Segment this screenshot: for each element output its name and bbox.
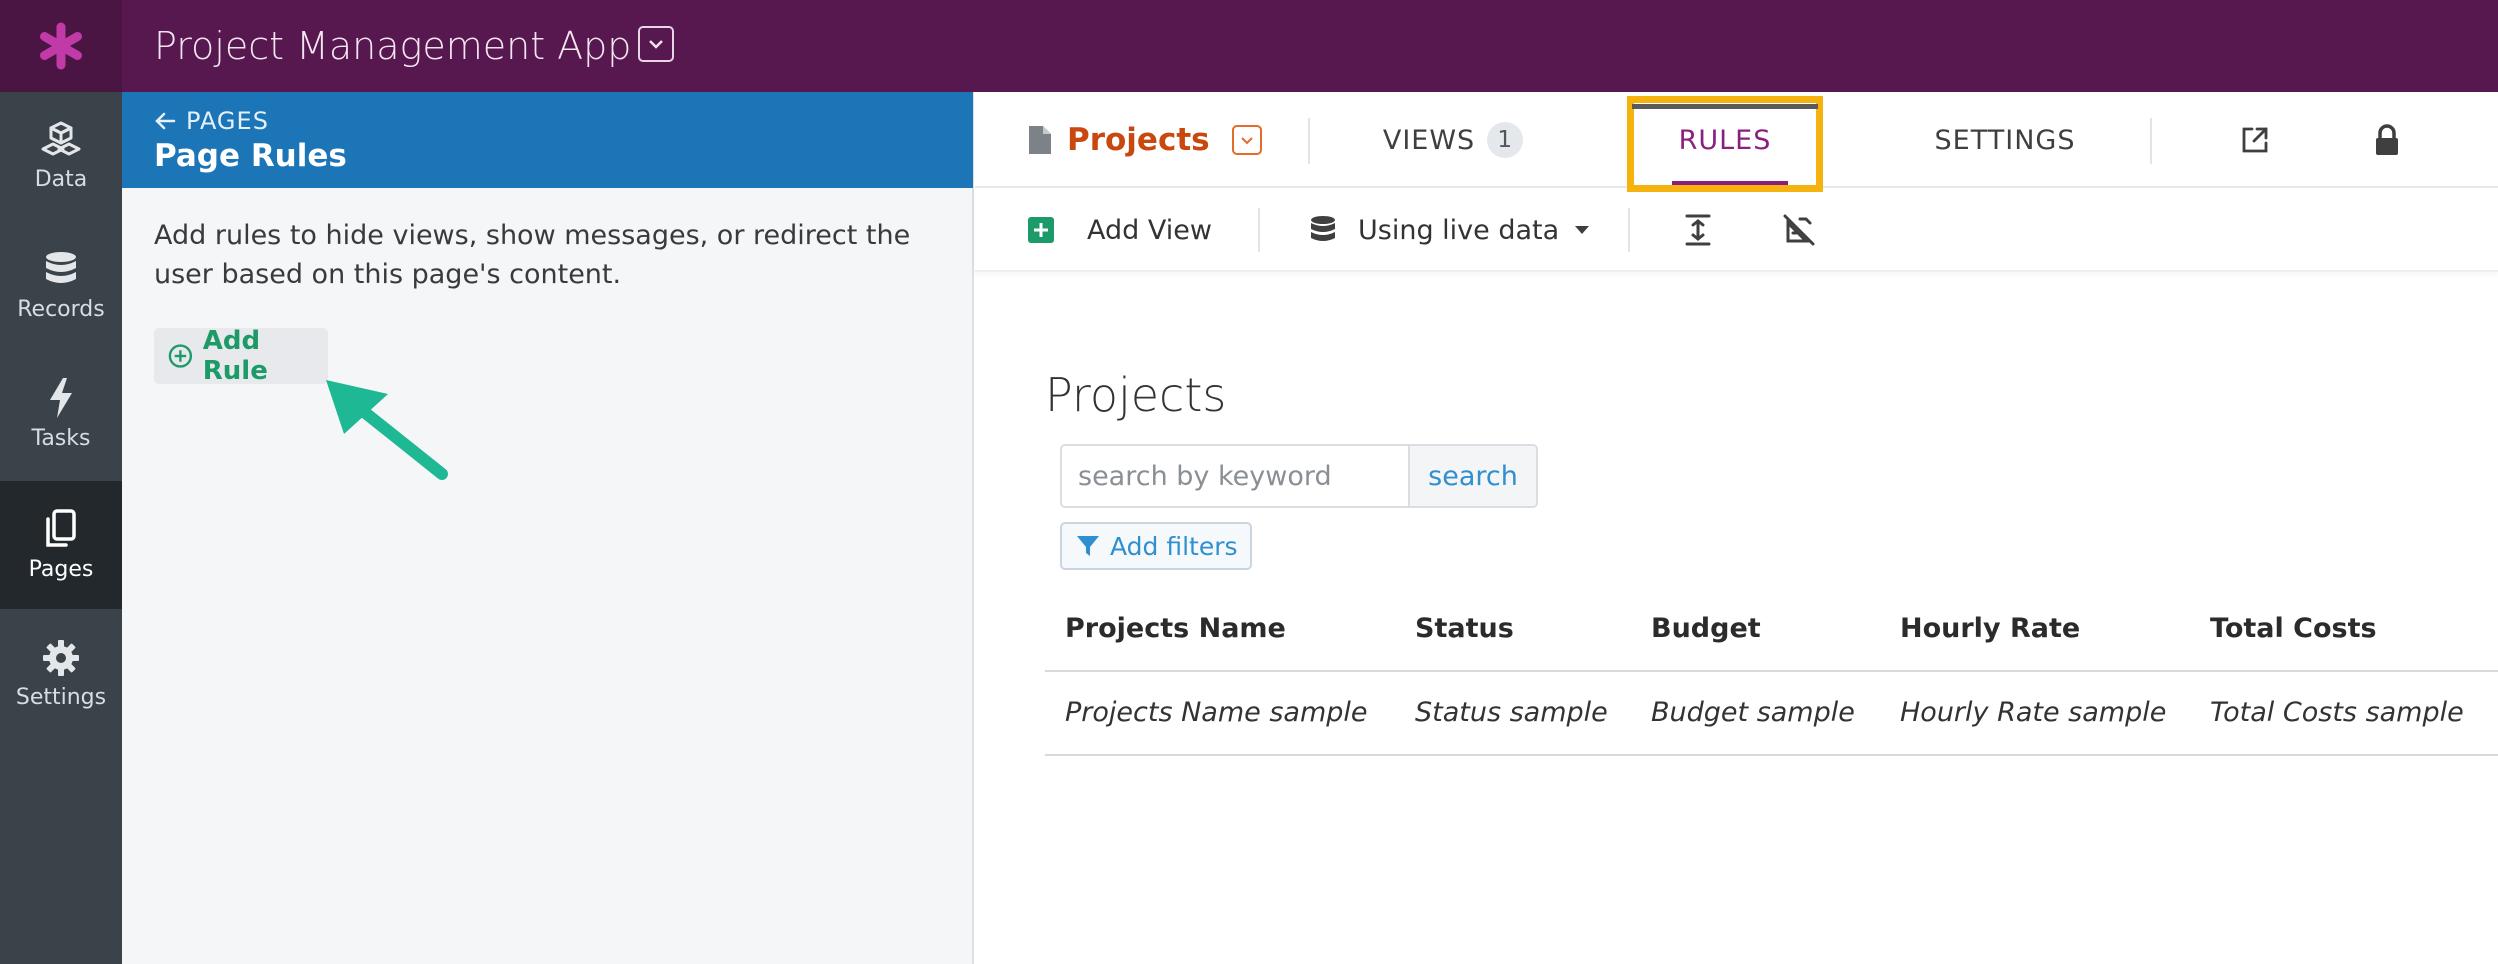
table-header-row: Projects Name Status Budget Hourly Rate … (1045, 588, 2498, 672)
rules-tab-highlight (1627, 96, 1823, 192)
page-name: Projects (1067, 122, 1210, 158)
add-filters-button[interactable]: Add filters (1060, 522, 1252, 570)
projects-table: Projects Name Status Budget Hourly Rate … (1045, 588, 2498, 756)
search-button[interactable]: search (1408, 446, 1536, 506)
vertical-resize-icon (1685, 214, 1711, 246)
nav-item-records[interactable]: Records (0, 222, 122, 350)
nav-item-data[interactable]: Data (0, 92, 122, 220)
arrow-left-icon (155, 112, 176, 130)
add-rule-label: Add Rule (202, 326, 268, 386)
table-row: Projects Name sample Status sample Budge… (1045, 672, 2498, 756)
nav-label: Tasks (31, 425, 91, 451)
nav-label: Records (17, 296, 105, 322)
divider (1628, 208, 1630, 252)
database-icon (46, 251, 76, 283)
filter-icon (1077, 536, 1099, 556)
lock-icon (2376, 124, 2398, 155)
column-header[interactable]: Projects Name (1065, 588, 1286, 670)
annotation-arrow-icon (326, 380, 448, 480)
chevron-down-icon (649, 40, 663, 49)
table-cell: Status sample (1415, 697, 1608, 728)
data-source-dropdown[interactable]: Using live data (1310, 188, 1591, 272)
database-icon (1311, 216, 1335, 241)
page-editor: Projects VIEWS 1 RULES SETTINGS Add View… (975, 92, 2498, 964)
add-filters-label: Add filters (1110, 531, 1238, 561)
tab-views[interactable]: VIEWS 1 (1382, 92, 1524, 188)
page-selector[interactable]: Projects (1027, 118, 1262, 162)
asterisk-logo-icon (40, 22, 82, 70)
tab-settings[interactable]: SETTINGS (1905, 92, 2105, 188)
open-live-app-button[interactable] (2225, 92, 2285, 188)
caret-down-icon (1575, 226, 1590, 234)
design-toggle-button[interactable] (1782, 188, 1816, 272)
panel-title: Page Rules (154, 138, 347, 174)
top-bar: Project Management App (0, 0, 2498, 92)
chevron-down-icon (1240, 136, 1253, 144)
back-label: PAGES (186, 107, 269, 135)
column-header[interactable]: Budget (1651, 588, 1761, 670)
view-title: Projects (1045, 368, 1227, 422)
app-logo[interactable] (0, 0, 122, 92)
page-rules-panel: PAGES Page Rules Add rules to hide views… (122, 92, 974, 964)
divider (2150, 118, 2152, 164)
cubes-icon (41, 121, 81, 155)
table-cell: Projects Name sample (1065, 697, 1368, 728)
plus-square-icon (1028, 217, 1054, 243)
views-count-badge: 1 (1487, 122, 1524, 158)
panel-description: Add rules to hide views, show messages, … (154, 220, 911, 290)
search-input[interactable] (1062, 446, 1408, 506)
page-tab-bar: Projects VIEWS 1 RULES SETTINGS (975, 92, 2498, 192)
nav-item-settings[interactable]: Settings (0, 610, 122, 738)
nav-label: Data (34, 166, 88, 192)
nav-label: Settings (15, 684, 107, 710)
pages-icon (46, 508, 76, 547)
bolt-icon (50, 377, 72, 418)
column-header[interactable]: Hourly Rate (1900, 588, 2080, 670)
back-to-pages-link[interactable]: PAGES (154, 104, 269, 138)
page-toolbar: Add View Using live data (975, 188, 2498, 272)
live-data-label: Using live data (1358, 214, 1560, 246)
gear-icon (43, 639, 79, 676)
table-cell: Budget sample (1651, 697, 1855, 728)
nav-label: Pages (28, 556, 94, 582)
app-dropdown-button[interactable] (638, 26, 674, 62)
add-view-button[interactable]: Add View (1027, 188, 1212, 272)
tab-settings-label: SETTINGS (1934, 124, 2076, 156)
page-file-icon (1029, 126, 1051, 154)
column-header[interactable]: Status (1415, 588, 1514, 670)
plus-circle-icon (168, 344, 193, 368)
nav-item-tasks[interactable]: Tasks (0, 350, 122, 478)
add-view-label: Add View (1087, 214, 1212, 246)
page-access-lock-button[interactable] (2357, 92, 2417, 188)
tab-views-label: VIEWS (1382, 124, 1476, 156)
column-header[interactable]: Total Costs (2210, 588, 2377, 670)
vertical-spacing-button[interactable] (1683, 188, 1713, 272)
nav-item-pages[interactable]: Pages (0, 481, 122, 609)
divider (1308, 118, 1310, 164)
highlight-top-bar (1632, 104, 1818, 109)
table-cell: Hourly Rate sample (1900, 697, 2167, 728)
add-rule-button[interactable]: Add Rule (154, 326, 328, 386)
table-cell: Total Costs sample (2210, 697, 2464, 728)
app-title: Project Management App (154, 24, 632, 68)
left-nav: Data Records Tasks Pages Settings (0, 92, 122, 964)
page-dropdown-button[interactable] (1231, 125, 1262, 155)
external-link-icon (2242, 127, 2268, 153)
search-box: search (1060, 444, 1538, 508)
divider (1258, 208, 1260, 252)
ruler-slash-icon (1783, 214, 1815, 246)
panel-header: PAGES Page Rules (122, 92, 973, 188)
